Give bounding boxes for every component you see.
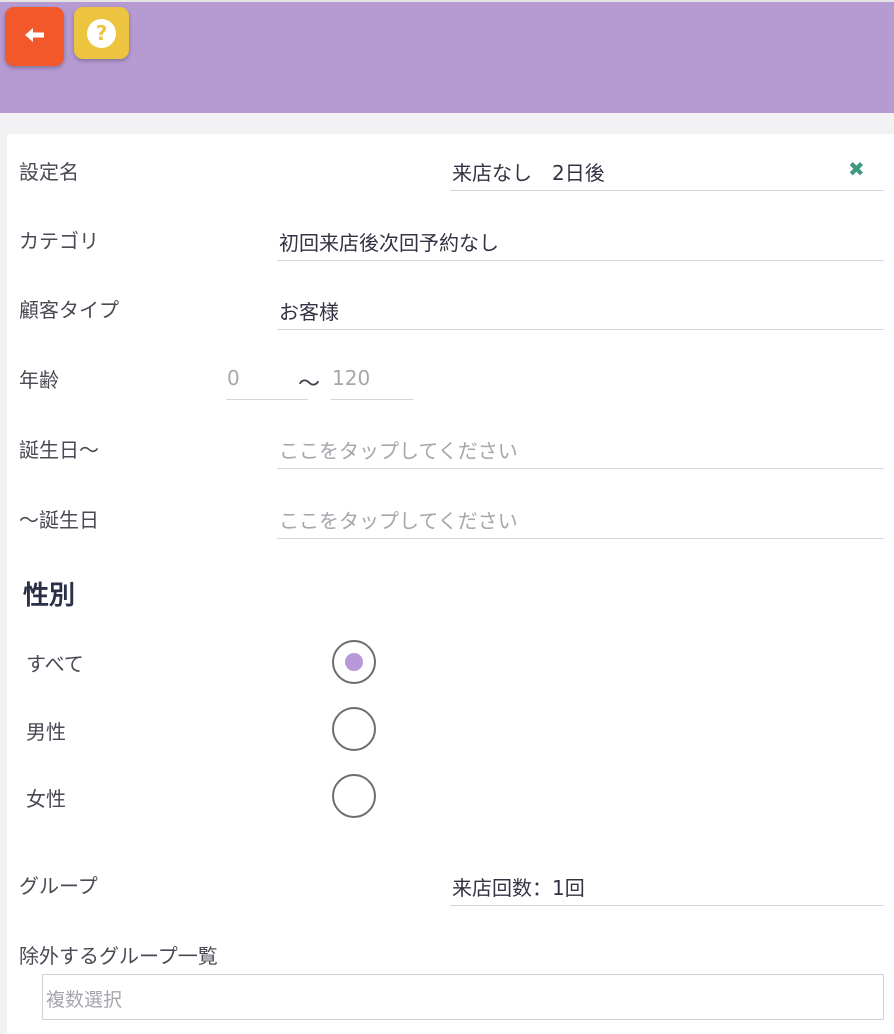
birthday-from-placeholder: ここをタップしてください (279, 439, 518, 463)
group-value: 来店回数：1回 (452, 876, 585, 900)
birthday-to-placeholder: ここをタップしてください (279, 509, 518, 533)
gender-option-all-radio[interactable] (332, 640, 376, 684)
customer-type-field[interactable]: お客様 (277, 290, 884, 330)
gender-option-male-label: 男性 (26, 720, 66, 744)
close-icon[interactable]: ✖ (848, 158, 866, 180)
gender-option-male-radio[interactable] (332, 707, 376, 751)
category-field[interactable]: 初回来店後次回予約なし (277, 221, 884, 261)
setting-name-field[interactable]: 来店なし 2日後 (450, 151, 884, 191)
customer-type-value: お客様 (279, 300, 339, 324)
age-min-input[interactable]: 0 (226, 360, 308, 400)
customer-type-label: 顧客タイプ (19, 298, 119, 322)
exclude-groups-placeholder: 複数選択 (46, 989, 123, 1011)
category-label: カテゴリ (19, 229, 99, 253)
help-button[interactable]: ? (74, 7, 129, 59)
question-icon: ? (87, 18, 116, 48)
age-range-separator: 〜 (298, 372, 321, 397)
exclude-groups-multiselect[interactable]: 複数選択 (42, 974, 884, 1020)
setting-name-value: 来店なし 2日後 (452, 161, 605, 185)
gender-option-female-label: 女性 (26, 787, 66, 811)
arrow-left-icon (23, 25, 47, 49)
gender-option-all-label: すべて (26, 652, 84, 676)
gender-section-title: 性別 (23, 581, 76, 611)
gender-option-female-radio[interactable] (332, 774, 376, 818)
group-label: グループ (19, 874, 98, 898)
birthday-to-field[interactable]: ここをタップしてください (277, 499, 884, 539)
age-max-placeholder: 120 (332, 366, 371, 390)
top-header: ? (0, 0, 894, 113)
birthday-to-label: 〜誕生日 (19, 508, 99, 532)
group-field[interactable]: 来店回数：1回 (450, 866, 884, 906)
age-min-placeholder: 0 (227, 366, 240, 390)
back-button[interactable] (5, 7, 64, 66)
age-max-input[interactable]: 120 (331, 360, 413, 400)
birthday-from-field[interactable]: ここをタップしてください (277, 429, 884, 469)
category-value: 初回来店後次回予約なし (279, 231, 499, 255)
exclude-groups-label: 除外するグループ一覧 (19, 944, 218, 968)
birthday-from-label: 誕生日〜 (19, 438, 99, 462)
age-label: 年齢 (19, 368, 59, 392)
setting-name-label: 設定名 (19, 160, 79, 184)
radio-selected-dot (345, 653, 363, 671)
